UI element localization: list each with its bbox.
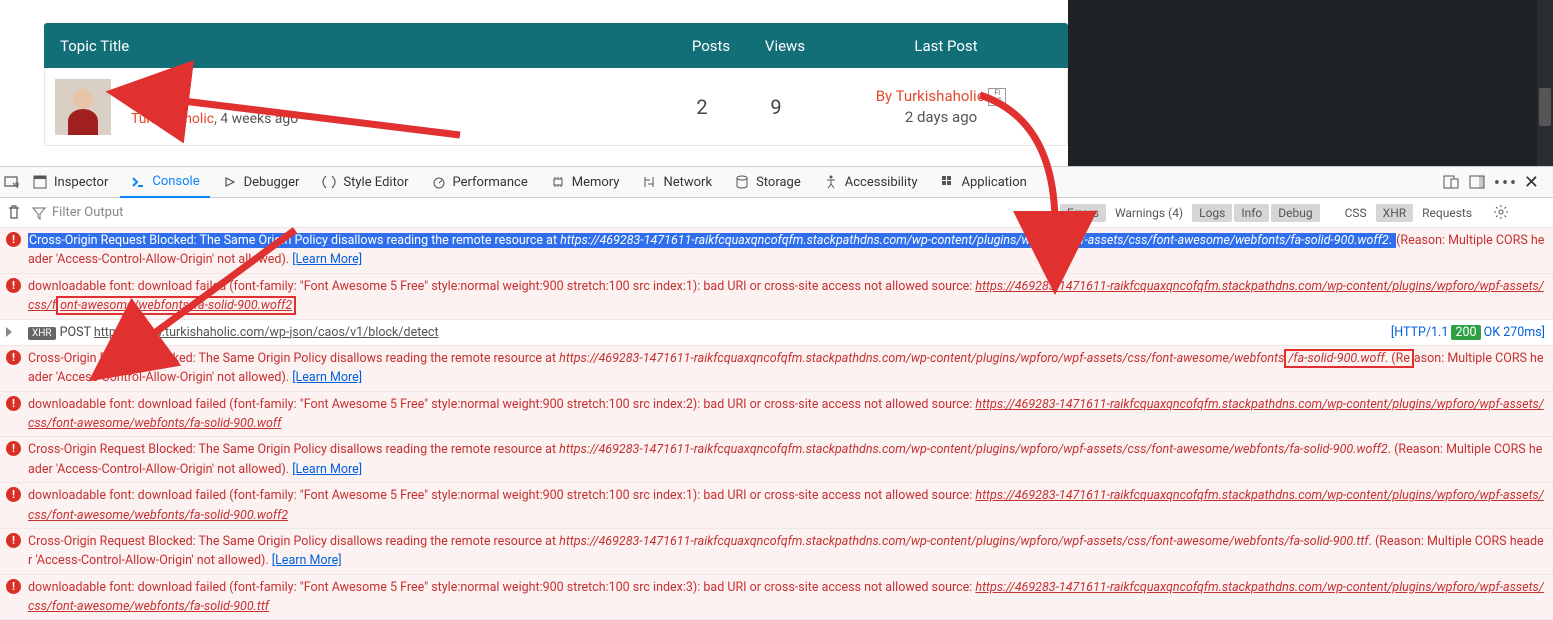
storage-icon [734,174,750,190]
topic-title-text[interactable]: T [157,87,166,105]
dock-icon[interactable] [1468,173,1486,191]
accessibility-icon [823,174,839,190]
console-message[interactable]: ! Cross-Origin Request Blocked: The Same… [0,346,1553,392]
pick-element-icon[interactable] [4,174,20,190]
posts-count: 2 [667,95,737,119]
forum-header: Topic Title Posts Views Last Post [44,23,1068,68]
trash-icon[interactable] [6,204,24,222]
console-filter-bar: Filter Output Errors Warnings (4) Logs I… [0,198,1553,228]
forum-row[interactable]: FI SC T Turkishaholic, 4 weeks ago 2 9 B… [44,68,1068,146]
col-topic-title: Topic Title [44,37,676,55]
error-icon: ! [6,396,21,411]
chip-debug[interactable]: Debug [1271,204,1319,222]
col-views: Views [746,37,824,55]
debugger-icon [222,174,238,190]
filter-chips: Errors Warnings (4) Logs Info Debug CSS … [1060,204,1479,222]
tab-debugger[interactable]: Debugger [212,167,310,197]
learn-more-link[interactable]: [Learn More] [292,370,362,385]
topic-age: 4 weeks ago [220,111,298,127]
tab-application[interactable]: Application [930,167,1037,197]
learn-more-link[interactable]: [Learn More] [292,252,362,267]
gear-icon[interactable] [1493,204,1511,222]
filter-icon [32,206,46,220]
error-icon: ! [6,350,21,365]
forum-panel: Topic Title Posts Views Last Post FI SC … [0,0,1068,166]
more-icon[interactable]: ••• [1494,173,1512,191]
inspector-icon [32,174,48,190]
console-message[interactable]: ! Cross-Origin Request Blocked: The Same… [0,529,1553,575]
error-icon: ! [6,533,21,548]
memory-icon [550,174,566,190]
error-icon: ! [6,441,21,456]
filter-input[interactable]: Filter Output [32,205,1052,220]
last-post-cell: By Turkishaholic FI SC 2 days ago [815,87,1067,126]
error-icon: ! [6,232,21,247]
chip-warnings[interactable]: Warnings (4) [1108,204,1190,222]
devtools-toolbar: Inspector Console Debugger Style Editor … [0,166,1553,198]
console-message[interactable]: ! Cross-Origin Request Blocked: The Same… [0,437,1553,483]
tab-accessibility[interactable]: Accessibility [813,167,928,197]
tab-memory[interactable]: Memory [540,167,630,197]
tab-style-editor[interactable]: Style Editor [311,167,418,197]
scrollbar-thumb[interactable] [1539,88,1551,126]
tab-network[interactable]: Network [631,167,722,197]
console-message[interactable]: ! downloadable font: download failed (fo… [0,274,1553,320]
chip-logs[interactable]: Logs [1192,204,1232,222]
learn-more-link[interactable]: [Learn More] [292,462,362,477]
xhr-badge: XHR [28,327,56,340]
chip-errors[interactable]: Errors [1060,204,1106,222]
by-prefix: By [876,87,896,105]
topic-info: FI SC T Turkishaholic, 4 weeks ago [111,87,667,127]
network-icon [641,174,657,190]
topic-badge: FI SC [131,87,149,105]
scrollbar-vertical[interactable] [1537,0,1553,166]
error-icon: ! [6,278,21,293]
responsive-icon[interactable] [1442,173,1460,191]
learn-more-link[interactable]: [Learn More] [272,553,342,568]
console-message[interactable]: ! downloadable font: download failed (fo… [0,392,1553,438]
tab-inspector[interactable]: Inspector [22,167,118,197]
last-badge: FI SC [988,88,1006,106]
close-icon[interactable]: ✕ [1520,172,1543,193]
col-last-post: Last Post [824,37,1068,55]
avatar[interactable] [55,79,111,135]
tab-console[interactable]: Console [120,168,209,198]
last-post-when: 2 days ago [815,108,1067,126]
chip-xhr[interactable]: XHR [1376,204,1413,222]
last-author-link[interactable]: Turkishaholic [896,87,985,105]
error-icon: ! [6,487,21,502]
expand-icon[interactable] [6,327,12,337]
error-icon: ! [6,579,21,594]
console-message[interactable]: ! Cross-Origin Request Blocked: The Same… [0,228,1553,274]
chip-info[interactable]: Info [1234,204,1269,222]
console-message[interactable]: XHRPOST https://www.turkishaholic.com/wp… [0,320,1553,346]
tab-storage[interactable]: Storage [724,167,811,197]
console-icon [130,174,146,190]
xhr-url[interactable]: https://www.turkishaholic.com/wp-json/ca… [94,325,439,340]
dark-panel [1068,0,1553,166]
tab-performance[interactable]: Performance [421,167,538,197]
console-message[interactable]: ! downloadable font: download failed (fo… [0,483,1553,529]
performance-icon [431,174,447,190]
chip-requests[interactable]: Requests [1415,204,1479,222]
http-status: [HTTP/1.1 200 OK 270ms] [1379,323,1545,342]
views-count: 9 [737,95,815,119]
col-posts: Posts [676,37,746,55]
application-icon [940,174,956,190]
chip-css[interactable]: CSS [1338,204,1374,222]
console-output: ! Cross-Origin Request Blocked: The Same… [0,228,1553,620]
console-message[interactable]: ! downloadable font: download failed (fo… [0,575,1553,620]
author-link[interactable]: Turkishaholic [131,111,214,127]
style-icon [321,174,337,190]
